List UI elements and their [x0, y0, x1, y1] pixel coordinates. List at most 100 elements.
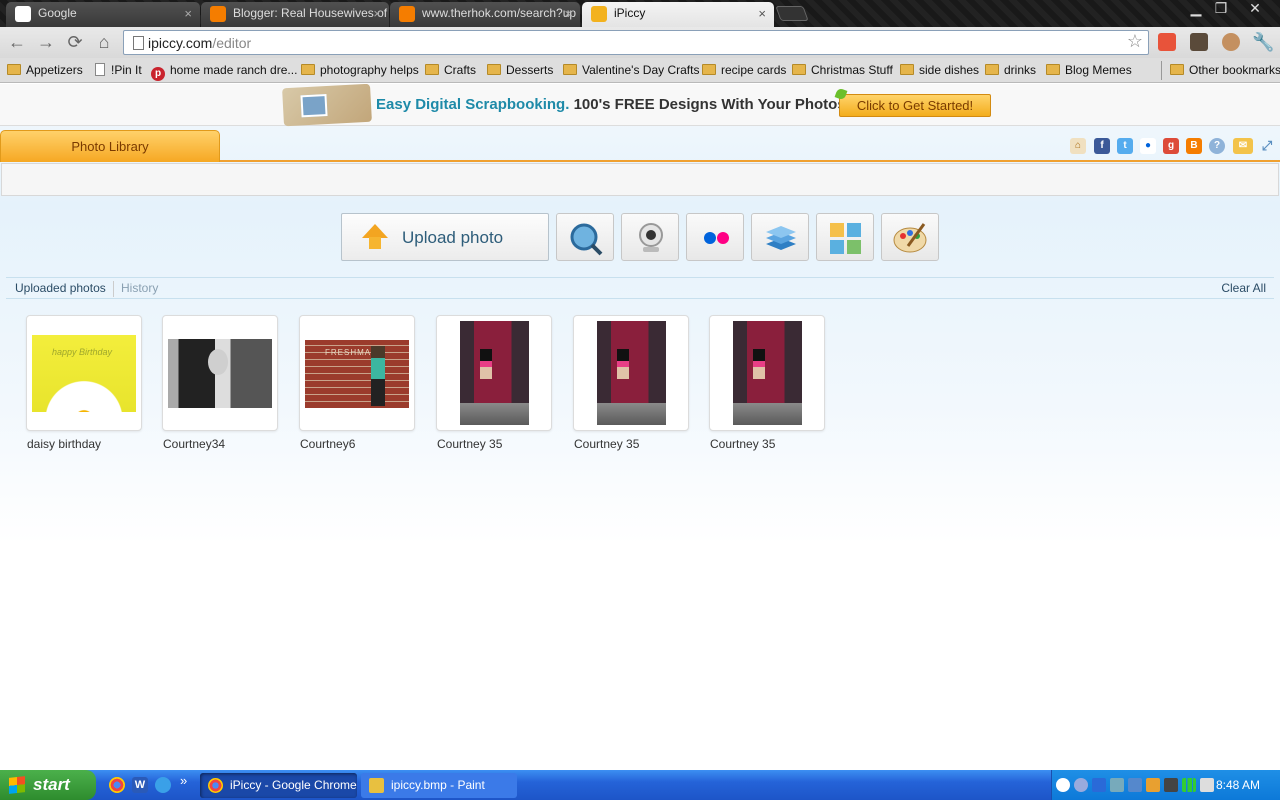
photo-caption: Courtney 35 [710, 437, 776, 451]
photo-card[interactable] [162, 315, 278, 431]
photo-thumbnail: happy Birthday [32, 335, 136, 412]
close-tab-icon[interactable]: × [564, 2, 572, 25]
quicklaunch-more-icon[interactable]: » [180, 773, 187, 788]
update-tray-icon[interactable] [1146, 778, 1160, 792]
signal-strength-icon[interactable] [1182, 778, 1196, 792]
photo-card[interactable] [573, 315, 689, 431]
photo-card[interactable] [709, 315, 825, 431]
page-icon [95, 63, 105, 76]
new-tab-button[interactable] [775, 6, 809, 21]
bookmark-drinks[interactable]: drinks [985, 62, 1036, 78]
url-text[interactable]: ipiccy.com/editor [148, 35, 251, 51]
bookmarks-bar: Appetizers !Pin It p home made ranch dre.… [0, 58, 1280, 83]
paint-button[interactable] [881, 213, 939, 261]
monkey-extension-icon[interactable] [1222, 33, 1240, 51]
add-extension-icon[interactable] [1158, 33, 1176, 51]
folder-icon [1170, 64, 1184, 75]
photo-card[interactable]: FRESHMAN [299, 315, 415, 431]
tab-history[interactable]: History [121, 281, 158, 295]
search-web-button[interactable] [556, 213, 614, 261]
flickr-button[interactable] [686, 213, 744, 261]
bookmark-star-icon[interactable]: ☆ [1127, 31, 1143, 52]
browser-tab-therhok[interactable]: www.therhok.com/search?up × [390, 2, 580, 27]
wrench-menu-icon[interactable]: 🔧 [1252, 32, 1274, 52]
bookmark-christmas-stuff[interactable]: Christmas Stuff [792, 62, 893, 78]
mail-icon[interactable]: ✉ [1233, 138, 1253, 154]
photo-card[interactable]: happy Birthday [26, 315, 142, 431]
instagram-extension-icon[interactable] [1190, 33, 1208, 51]
close-window-icon[interactable]: ✕ [1242, 0, 1268, 17]
paint-palette-icon [893, 223, 927, 253]
folder-icon [985, 64, 999, 75]
bookmark-crafts[interactable]: Crafts [425, 62, 476, 78]
minimize-window-icon[interactable]: ▁ [1183, 0, 1209, 17]
taskbar-item-paint[interactable]: ipiccy.bmp - Paint [361, 773, 517, 798]
get-started-button[interactable]: Click to Get Started! [839, 94, 991, 117]
browser-tab-ipiccy[interactable]: iPiccy × [582, 2, 774, 27]
tray-expand-icon[interactable] [1056, 778, 1070, 792]
back-arrow-icon[interactable]: ← [6, 32, 28, 52]
volume-tray-icon[interactable] [1200, 778, 1214, 792]
close-tab-icon[interactable]: × [184, 2, 192, 25]
bookmark-recipe-cards[interactable]: recipe cards [702, 62, 786, 78]
folder-icon [900, 64, 914, 75]
banner-scrapbook-image [282, 84, 372, 127]
folder-icon [702, 64, 716, 75]
close-tab-icon[interactable]: × [373, 2, 381, 25]
internet-explorer-quicklaunch-icon[interactable] [155, 777, 171, 793]
layers-icon [766, 226, 796, 250]
collage-button[interactable] [816, 213, 874, 261]
tab-divider [113, 281, 114, 297]
other-bookmarks[interactable]: Other bookmarks [1170, 62, 1280, 78]
browser-tab-blogger[interactable]: Blogger: Real Housewives of × [201, 2, 389, 27]
clear-all-link[interactable]: Clear All [1221, 281, 1266, 295]
restore-window-icon[interactable]: ❐ [1208, 0, 1234, 17]
bookmark-appetizers[interactable]: Appetizers [7, 62, 83, 78]
bookmark-ranch-dressing[interactable]: p home made ranch dre... [151, 62, 297, 81]
word-quicklaunch-icon[interactable]: W [132, 777, 148, 793]
photo-card[interactable] [436, 315, 552, 431]
search-tray-icon[interactable] [1074, 778, 1088, 792]
help-icon[interactable]: ? [1209, 138, 1225, 154]
search-web-icon [570, 223, 603, 256]
photo-overlay-text: FRESHMAN [325, 348, 378, 357]
browser-tab-google[interactable]: Google × [6, 2, 200, 27]
flickr-icon[interactable]: ● [1140, 138, 1156, 154]
bookmark-valentines-crafts[interactable]: Valentine's Day Crafts [563, 62, 699, 78]
library-tab-bar: Photo Library ⌂ f t ● g B ? ✉ ⤢ [0, 130, 1280, 162]
blogger-icon[interactable]: B [1186, 138, 1202, 154]
facebook-icon[interactable]: f [1094, 138, 1110, 154]
flickr-icon [704, 232, 729, 244]
start-button[interactable]: start [0, 770, 96, 800]
taskbar-item-chrome[interactable]: iPiccy - Google Chrome [200, 773, 357, 798]
home-icon[interactable]: ⌂ [93, 32, 115, 52]
photo-list-tabs: Uploaded photos History Clear All [6, 277, 1274, 299]
tab-uploaded-photos[interactable]: Uploaded photos [15, 281, 106, 295]
wireless-tray-icon[interactable] [1164, 778, 1178, 792]
network-tray-icon[interactable] [1110, 778, 1124, 792]
bookmark-side-dishes[interactable]: side dishes [900, 62, 979, 78]
bookmark-blog-memes[interactable]: Blog Memes [1046, 62, 1132, 78]
scrapbooking-banner[interactable]: Easy Digital Scrapbooking. 100's FREE De… [0, 84, 1280, 127]
fullscreen-icon[interactable]: ⤢ [1259, 138, 1275, 154]
close-tab-icon[interactable]: × [758, 2, 766, 25]
bluetooth-tray-icon[interactable] [1092, 778, 1106, 792]
collage-icon [830, 223, 861, 254]
address-bar[interactable]: ipiccy.com/editor ☆ [123, 30, 1149, 55]
twitter-icon[interactable]: t [1117, 138, 1133, 154]
reload-icon[interactable]: ⟳ [64, 32, 86, 52]
upload-photo-button[interactable]: Upload photo [341, 213, 549, 261]
bookmark-pin-it[interactable]: !Pin It [95, 62, 142, 78]
bookmark-desserts[interactable]: Desserts [487, 62, 553, 78]
webcam-button[interactable] [621, 213, 679, 261]
home-icon[interactable]: ⌂ [1070, 138, 1086, 154]
layers-button[interactable] [751, 213, 809, 261]
tab-photo-library[interactable]: Photo Library [0, 130, 220, 162]
google-plus-icon[interactable]: g [1163, 138, 1179, 154]
security-tray-icon[interactable] [1128, 778, 1142, 792]
photo-caption: Courtney 35 [437, 437, 503, 451]
bookmark-photography-helps[interactable]: photography helps [301, 62, 419, 78]
forward-arrow-icon[interactable]: → [35, 32, 57, 52]
chrome-quicklaunch-icon[interactable] [109, 777, 125, 793]
task-label: ipiccy.bmp - Paint [391, 778, 485, 792]
